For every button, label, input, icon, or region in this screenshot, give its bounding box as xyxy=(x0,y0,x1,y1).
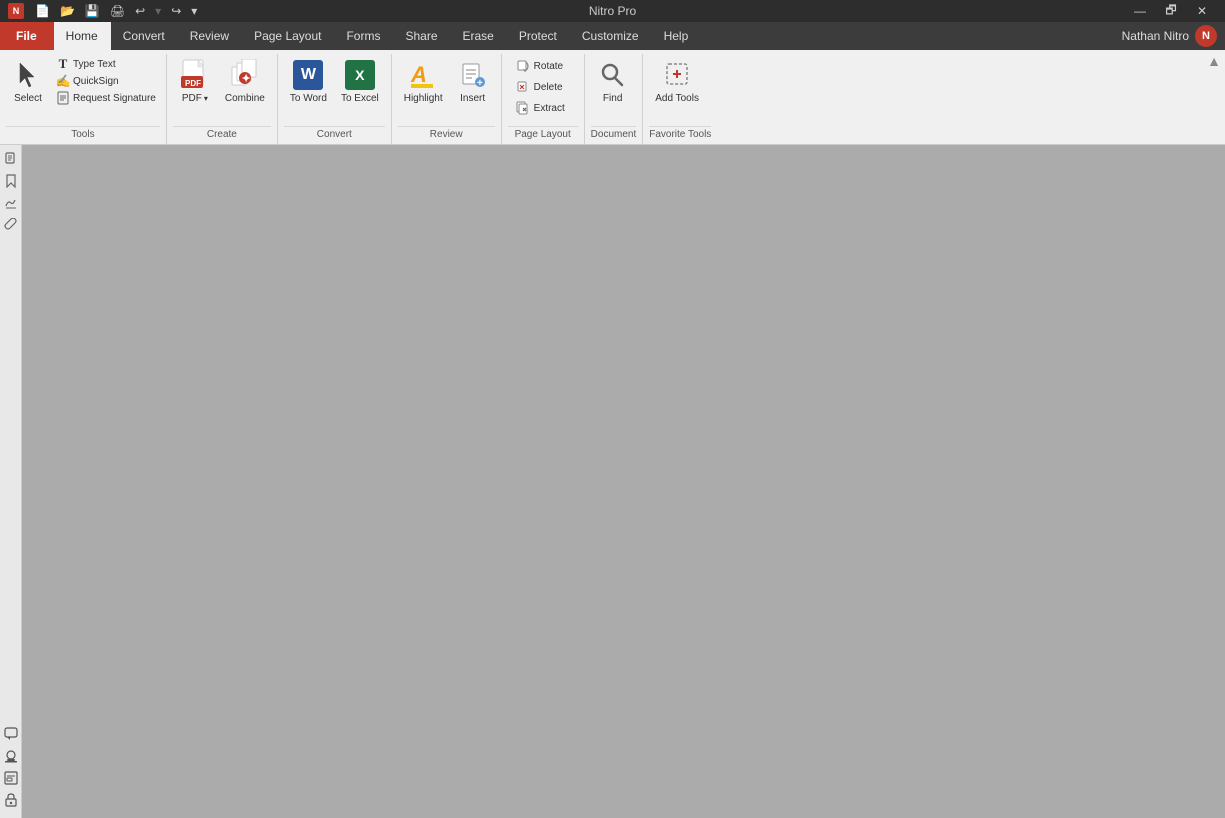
select-button[interactable]: Select xyxy=(6,56,50,107)
text-tools-group: T Type Text ✍ QuickSign xyxy=(52,56,160,106)
user-avatar[interactable]: N xyxy=(1195,25,1217,47)
document-group-label: Document xyxy=(591,126,637,142)
extract-button[interactable]: Extract xyxy=(508,98,578,118)
forms-icon[interactable] xyxy=(1,768,21,788)
tab-file[interactable]: File xyxy=(0,22,54,50)
pages-icon[interactable] xyxy=(1,149,21,169)
minimize-button[interactable]: — xyxy=(1125,0,1155,22)
type-text-button[interactable]: T Type Text xyxy=(52,56,160,72)
page-actions-group: Rotate Delete xyxy=(508,56,578,118)
menu-tabs: File Home Convert Review Page Layout For… xyxy=(0,22,701,50)
rotate-button[interactable]: Rotate xyxy=(508,56,578,76)
page-layout-group-label: Page Layout xyxy=(508,126,578,142)
request-signature-button[interactable]: Request Signature xyxy=(52,90,160,106)
signatures-icon[interactable] xyxy=(1,193,21,213)
to-excel-button[interactable]: X To Excel xyxy=(335,56,385,107)
close-button[interactable]: ✕ xyxy=(1187,0,1217,22)
ribbon-group-tools: Select T Type Text ✍ QuickSign xyxy=(0,54,167,144)
undo-button[interactable]: ↩ xyxy=(132,3,148,19)
delete-button[interactable]: Delete xyxy=(508,77,578,97)
quick-access-toolbar: N 📄 📂 💾 🖨 ↩ ▾ ↪ ▾ xyxy=(8,3,200,19)
rotate-icon xyxy=(514,58,530,74)
print-button[interactable]: 🖨 xyxy=(107,3,128,19)
tools-group-label: Tools xyxy=(6,126,160,142)
delete-icon xyxy=(514,79,530,95)
tab-share[interactable]: Share xyxy=(393,22,450,50)
window-controls: — 🗗 ✕ xyxy=(1125,0,1217,22)
combine-button[interactable]: ✦ Combine xyxy=(219,56,271,107)
tab-review[interactable]: Review xyxy=(178,22,242,50)
left-sidebar xyxy=(0,145,22,818)
ribbon-group-page-layout: Rotate Delete xyxy=(502,54,585,144)
user-area: Nathan Nitro N xyxy=(1122,25,1225,47)
app-logo: N xyxy=(8,3,24,19)
favorite-tools-group-label: Favorite Tools xyxy=(649,126,711,142)
bookmarks-icon[interactable] xyxy=(1,171,21,191)
tab-forms[interactable]: Forms xyxy=(334,22,393,50)
tab-help[interactable]: Help xyxy=(652,22,702,50)
title-bar: N 📄 📂 💾 🖨 ↩ ▾ ↪ ▾ Nitro Pro — 🗗 ✕ xyxy=(0,0,1225,22)
svg-text:✦: ✦ xyxy=(241,73,250,85)
svg-text:A: A xyxy=(410,62,427,87)
ribbon-group-review: A Highlight xyxy=(392,54,502,144)
new-button[interactable]: 📄 xyxy=(32,3,53,19)
tab-home[interactable]: Home xyxy=(54,22,111,50)
to-word-button[interactable]: W To Word xyxy=(284,56,333,107)
type-text-icon: T xyxy=(56,57,70,71)
redo-button[interactable]: ↪ xyxy=(168,3,184,19)
request-signature-icon xyxy=(56,91,70,105)
customize-qa[interactable]: ▾ xyxy=(188,3,200,19)
app-title: Nitro Pro xyxy=(589,4,636,18)
ribbon-group-favorite-tools: Add Tools Favorite Tools xyxy=(643,54,717,144)
attachments-icon[interactable] xyxy=(1,215,21,235)
add-tools-button[interactable]: Add Tools xyxy=(649,56,705,107)
collapse-ribbon-button[interactable]: ▲ xyxy=(1203,50,1225,72)
save-button[interactable]: 💾 xyxy=(82,3,103,19)
pdf-button[interactable]: PDF PDF ▾ xyxy=(173,56,217,107)
ribbon: Select T Type Text ✍ QuickSign xyxy=(0,50,1225,145)
review-group-label: Review xyxy=(398,126,495,142)
ribbon-group-create: PDF PDF ▾ ✦ xyxy=(167,54,278,144)
tab-page-layout[interactable]: Page Layout xyxy=(242,22,334,50)
tab-convert[interactable]: Convert xyxy=(111,22,178,50)
comments-icon[interactable] xyxy=(1,724,21,744)
highlight-button[interactable]: A Highlight xyxy=(398,56,449,107)
tab-protect[interactable]: Protect xyxy=(507,22,570,50)
main-content xyxy=(22,145,1225,818)
maximize-button[interactable]: 🗗 xyxy=(1156,0,1186,22)
insert-button[interactable]: + Insert xyxy=(451,56,495,107)
menu-bar: File Home Convert Review Page Layout For… xyxy=(0,22,1225,50)
undo-dropdown[interactable]: ▾ xyxy=(152,3,164,19)
user-name: Nathan Nitro xyxy=(1122,29,1189,43)
tab-customize[interactable]: Customize xyxy=(570,22,652,50)
find-button[interactable]: Find xyxy=(591,56,635,107)
lock-icon[interactable] xyxy=(1,790,21,810)
ribbon-group-document: Find Document xyxy=(585,54,644,144)
ribbon-group-convert: W To Word X To Excel Convert xyxy=(278,54,392,144)
convert-group-label: Convert xyxy=(284,126,385,142)
open-button[interactable]: 📂 xyxy=(57,3,78,19)
stamps-icon[interactable] xyxy=(1,746,21,766)
svg-text:+: + xyxy=(477,78,483,89)
create-group-label: Create xyxy=(173,126,271,142)
tab-erase[interactable]: Erase xyxy=(451,22,507,50)
quicksign-button[interactable]: ✍ QuickSign xyxy=(52,73,160,89)
quicksign-icon: ✍ xyxy=(56,74,70,88)
svg-text:PDF: PDF xyxy=(185,79,201,88)
extract-icon xyxy=(514,100,530,116)
